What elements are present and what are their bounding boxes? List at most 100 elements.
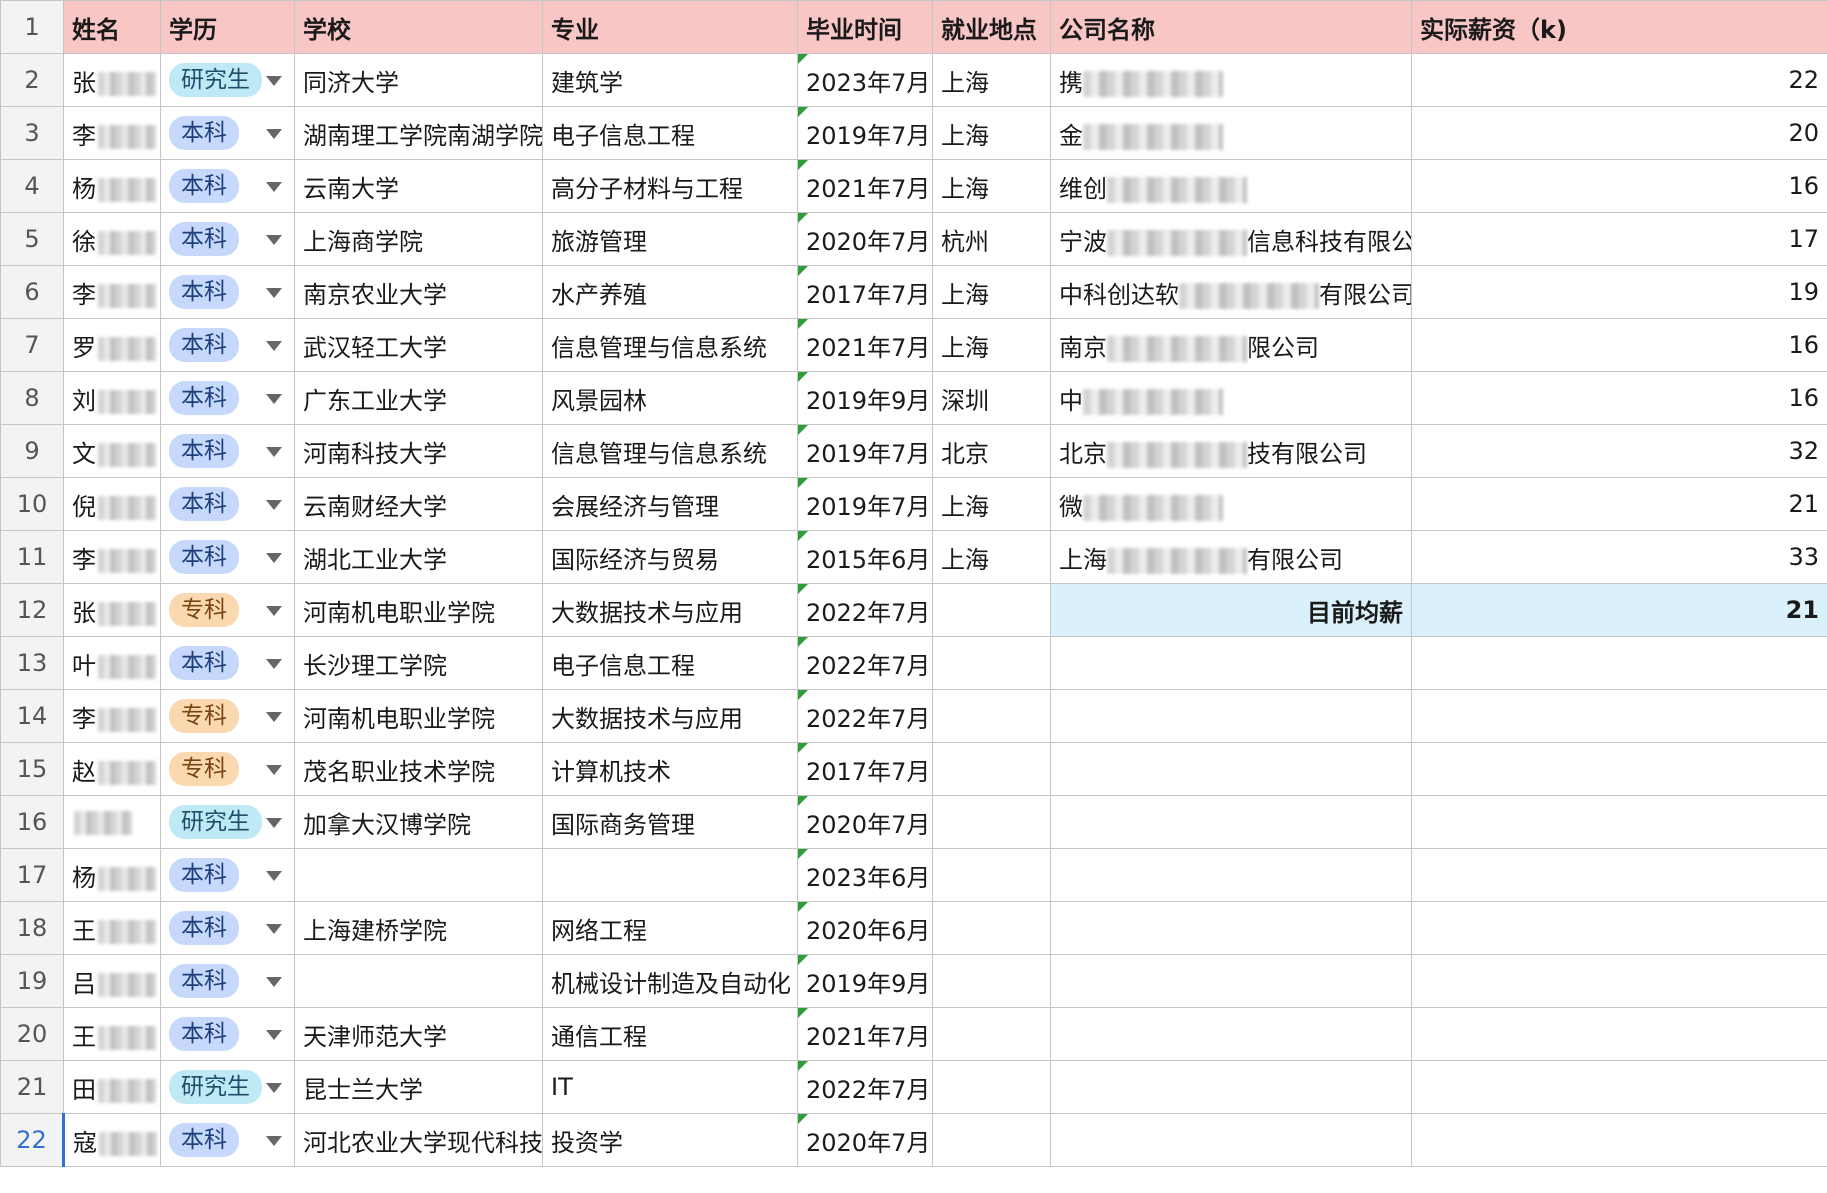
cell-company[interactable]: [1050, 636, 1412, 690]
cell-salary[interactable]: 22: [1411, 53, 1827, 107]
cell-school[interactable]: 天津师范大学: [294, 1007, 543, 1061]
cell-name[interactable]: 徐: [63, 212, 161, 266]
cell-company[interactable]: [1050, 901, 1412, 955]
header-company[interactable]: 公司名称: [1050, 0, 1412, 54]
cell-education-dropdown[interactable]: 本科: [160, 477, 295, 531]
row-number[interactable]: 11: [0, 530, 64, 584]
cell-education-dropdown[interactable]: 本科: [160, 954, 295, 1008]
cell-company[interactable]: 宁波 信息科技有限公司: [1050, 212, 1412, 266]
header-name[interactable]: 姓名: [63, 0, 161, 54]
cell-location[interactable]: 上海: [932, 477, 1051, 531]
cell-major[interactable]: 国际经济与贸易: [542, 530, 798, 584]
cell-company[interactable]: [1050, 848, 1412, 902]
cell-education-dropdown[interactable]: 本科: [160, 318, 295, 372]
cell-company[interactable]: [1050, 1007, 1412, 1061]
dropdown-arrow-icon[interactable]: [266, 76, 282, 86]
cell-company[interactable]: [1050, 954, 1412, 1008]
cell-school[interactable]: 河南科技大学: [294, 424, 543, 478]
cell-salary[interactable]: [1411, 848, 1827, 902]
cell-graduation[interactable]: 2017年7月: [797, 742, 933, 796]
cell-major[interactable]: 旅游管理: [542, 212, 798, 266]
cell-education-dropdown[interactable]: 本科: [160, 212, 295, 266]
header-school[interactable]: 学校: [294, 0, 543, 54]
cell-school[interactable]: 河北农业大学现代科技学院: [294, 1113, 543, 1167]
cell-school[interactable]: 同济大学: [294, 53, 543, 107]
cell-graduation[interactable]: 2021年7月: [797, 159, 933, 213]
cell-name[interactable]: 叶: [63, 636, 161, 690]
cell-education-dropdown[interactable]: 研究生: [160, 53, 295, 107]
cell-education-dropdown[interactable]: 本科: [160, 371, 295, 425]
dropdown-arrow-icon[interactable]: [266, 288, 282, 298]
cell-education-dropdown[interactable]: 本科: [160, 636, 295, 690]
cell-school[interactable]: [294, 954, 543, 1008]
cell-salary[interactable]: [1411, 689, 1827, 743]
cell-graduation[interactable]: 2017年7月: [797, 265, 933, 319]
row-number[interactable]: 15: [0, 742, 64, 796]
cell-major[interactable]: 会展经济与管理: [542, 477, 798, 531]
cell-company[interactable]: 上海 有限公司: [1050, 530, 1412, 584]
cell-company[interactable]: 维创: [1050, 159, 1412, 213]
cell-education-dropdown[interactable]: 本科: [160, 159, 295, 213]
cell-education-dropdown[interactable]: 本科: [160, 1113, 295, 1167]
dropdown-arrow-icon[interactable]: [266, 235, 282, 245]
cell-school[interactable]: 昆士兰大学: [294, 1060, 543, 1114]
cell-company[interactable]: 中科创达软 有限公司: [1050, 265, 1412, 319]
row-number[interactable]: 5: [0, 212, 64, 266]
row-number[interactable]: 19: [0, 954, 64, 1008]
cell-graduation[interactable]: 2019年7月: [797, 424, 933, 478]
cell-company[interactable]: 北京 技有限公司: [1050, 424, 1412, 478]
cell-salary[interactable]: [1411, 901, 1827, 955]
cell-graduation[interactable]: 2019年9月: [797, 371, 933, 425]
cell-name[interactable]: 张: [63, 583, 161, 637]
cell-education-dropdown[interactable]: 专科: [160, 583, 295, 637]
cell-salary[interactable]: 32: [1411, 424, 1827, 478]
cell-major[interactable]: 高分子材料与工程: [542, 159, 798, 213]
header-education[interactable]: 学历: [160, 0, 295, 54]
cell-graduation[interactable]: 2019年7月: [797, 106, 933, 160]
cell-name[interactable]: 刘: [63, 371, 161, 425]
cell-name[interactable]: 王: [63, 1007, 161, 1061]
cell-company[interactable]: [1050, 1060, 1412, 1114]
row-number[interactable]: 13: [0, 636, 64, 690]
cell-location[interactable]: [932, 583, 1051, 637]
cell-school[interactable]: 广东工业大学: [294, 371, 543, 425]
cell-salary[interactable]: 16: [1411, 159, 1827, 213]
cell-major[interactable]: 风景园林: [542, 371, 798, 425]
dropdown-arrow-icon[interactable]: [266, 977, 282, 987]
cell-company[interactable]: [1050, 689, 1412, 743]
cell-salary[interactable]: 16: [1411, 371, 1827, 425]
cell-school[interactable]: 上海建桥学院: [294, 901, 543, 955]
cell-education-dropdown[interactable]: 本科: [160, 1007, 295, 1061]
cell-school[interactable]: 云南大学: [294, 159, 543, 213]
row-number[interactable]: 9: [0, 424, 64, 478]
cell-graduation[interactable]: 2023年6月: [797, 848, 933, 902]
cell-graduation[interactable]: 2022年7月: [797, 583, 933, 637]
cell-salary[interactable]: [1411, 795, 1827, 849]
row-number[interactable]: 4: [0, 159, 64, 213]
cell-location[interactable]: [932, 689, 1051, 743]
cell-name[interactable]: [63, 795, 161, 849]
cell-company[interactable]: 微: [1050, 477, 1412, 531]
cell-company[interactable]: [1050, 1113, 1412, 1167]
cell-graduation[interactable]: 2022年7月: [797, 689, 933, 743]
cell-location[interactable]: [932, 954, 1051, 1008]
cell-location[interactable]: 上海: [932, 53, 1051, 107]
cell-company[interactable]: 南京 限公司: [1050, 318, 1412, 372]
row-number[interactable]: 7: [0, 318, 64, 372]
cell-location[interactable]: [932, 1060, 1051, 1114]
cell-salary[interactable]: [1411, 1113, 1827, 1167]
cell-location[interactable]: 深圳: [932, 371, 1051, 425]
cell-education-dropdown[interactable]: 专科: [160, 742, 295, 796]
cell-graduation[interactable]: 2022年7月: [797, 1060, 933, 1114]
cell-name[interactable]: 李: [63, 265, 161, 319]
cell-location[interactable]: 上海: [932, 106, 1051, 160]
cell-school[interactable]: 武汉轻工大学: [294, 318, 543, 372]
cell-graduation[interactable]: 2020年7月: [797, 212, 933, 266]
cell-school[interactable]: 加拿大汉博学院: [294, 795, 543, 849]
header-major[interactable]: 专业: [542, 0, 798, 54]
cell-salary[interactable]: [1411, 1007, 1827, 1061]
dropdown-arrow-icon[interactable]: [266, 871, 282, 881]
dropdown-arrow-icon[interactable]: [266, 765, 282, 775]
dropdown-arrow-icon[interactable]: [266, 606, 282, 616]
dropdown-arrow-icon[interactable]: [266, 500, 282, 510]
